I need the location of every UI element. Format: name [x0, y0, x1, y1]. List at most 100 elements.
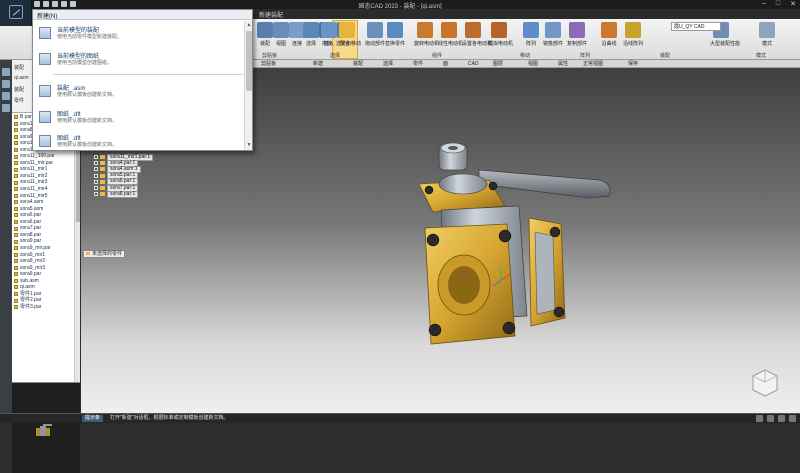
ribbon-button[interactable]: 设置各电动机: [462, 22, 492, 47]
close-button[interactable]: ✕: [790, 0, 796, 8]
pathfinder-header-row[interactable]: 装配: [14, 64, 24, 71]
ribbon-button[interactable]: 复制部件: [566, 22, 588, 47]
file-name: sora9_mir2: [20, 258, 46, 265]
layers-icon[interactable]: [2, 80, 10, 88]
ribbon-button-icon: [339, 22, 355, 38]
maximize-button[interactable]: □: [776, 0, 780, 8]
toolbar-item[interactable]: CAD: [468, 60, 479, 68]
ribbon-button-icon: [625, 22, 641, 38]
tab-new-assembly[interactable]: 新建装配: [256, 10, 286, 19]
dropdown-scrollbar[interactable]: ▲ ▼: [244, 21, 252, 150]
ribbon-button-icon: [417, 22, 433, 38]
overlay-part-label: sora8.par:1: [107, 190, 139, 198]
part-icon: [100, 155, 105, 160]
toolbar-item[interactable]: 选择: [383, 60, 393, 68]
view-cube-icon[interactable]: [750, 368, 780, 398]
ball-valve-model[interactable]: [329, 140, 629, 370]
dropdown-item-dft-template-2[interactable]: 图纸_.dft 使用默认模板创建新文档。: [37, 132, 237, 154]
unselected-part-tag[interactable]: 未选择的零件: [83, 250, 126, 258]
ribbon-button[interactable]: 沿曲线: [598, 22, 620, 47]
pan-icon[interactable]: [778, 415, 785, 422]
ribbon-button[interactable]: 镜像部件: [542, 22, 564, 47]
ribbon-button[interactable]: 线性电动机: [438, 22, 464, 47]
visibility-checkbox[interactable]: [94, 161, 98, 166]
pathfinder-header-row[interactable]: qi.asm: [14, 75, 29, 81]
visibility-checkbox[interactable]: [94, 179, 98, 184]
part-file-icon: [14, 272, 18, 277]
visibility-checkbox[interactable]: [94, 173, 98, 178]
file-name: sora9_mir1: [20, 251, 46, 258]
style-select[interactable]: 霞U_QY CAD: [671, 22, 721, 31]
ribbon-button[interactable]: 选定和移动: [336, 22, 361, 47]
minimize-button[interactable]: –: [762, 0, 766, 8]
file-name: 零件2.par: [20, 297, 42, 304]
fit-icon[interactable]: [767, 415, 774, 422]
toolbar-item[interactable]: 剪贴板: [261, 60, 276, 68]
visibility-checkbox[interactable]: [94, 155, 98, 160]
file-name: sora8.par: [20, 231, 42, 238]
file-name: sora9_mir3: [20, 264, 46, 271]
file-name: sora5.asm: [20, 205, 44, 212]
part-file-icon: [14, 115, 18, 120]
ribbon-button-label: 拖动部件: [364, 41, 385, 47]
toolbar-item[interactable]: 装配: [353, 60, 363, 68]
toolbar-item[interactable]: 新建: [313, 60, 323, 68]
pathfinder-header-row[interactable]: 零件: [14, 97, 24, 104]
toolbar-item[interactable]: 属性: [558, 60, 568, 68]
toolbar-item[interactable]: 图层: [493, 60, 503, 68]
ribbon-group-label: 选择: [330, 53, 341, 59]
visibility-checkbox[interactable]: [94, 192, 98, 197]
rotate-icon[interactable]: [789, 415, 796, 422]
part-file-icon: [14, 121, 18, 126]
dropdown-item-dft-template[interactable]: 图纸_.dft 使用默认模板创建新文档。: [37, 108, 237, 130]
file-list-scrollbar[interactable]: [74, 114, 80, 382]
scroll-up-icon[interactable]: ▲: [246, 22, 252, 28]
ribbon-button[interactable]: 替换零件: [384, 22, 406, 47]
app-menu-button[interactable]: [0, 0, 32, 26]
status-tools: [756, 415, 796, 422]
part-file-icon: [14, 278, 18, 283]
toolbar-item[interactable]: 视图: [528, 60, 538, 68]
valve-handle[interactable]: [478, 169, 611, 199]
ribbon-button-label: 旋转电动机: [414, 41, 440, 47]
dropdown-item-drawing-of-model[interactable]: 当前模型的图纸 使用当前模型创建图纸。: [37, 50, 237, 72]
toolbar-item[interactable]: 正常视图: [583, 60, 603, 68]
scroll-down-icon[interactable]: ▼: [246, 142, 252, 148]
zoom-icon[interactable]: [756, 415, 763, 422]
part-file-icon: [14, 141, 18, 146]
ribbon-button[interactable]: 模式: [756, 22, 778, 47]
ribbon-group-label: 阵列: [580, 53, 591, 59]
toolbar-item[interactable]: 零件: [413, 60, 423, 68]
ribbon-button-label: 大型装配性能: [710, 41, 741, 47]
ribbon-button[interactable]: 拖动部件: [364, 22, 386, 47]
pathfinder-icon[interactable]: [2, 68, 10, 76]
ribbon-button[interactable]: 旋转电动机: [414, 22, 440, 47]
library-icon[interactable]: [2, 92, 10, 100]
ribbon-button[interactable]: 沿线阵列: [622, 22, 644, 47]
dropdown-item-assembly-of-model[interactable]: 当前模型的装配 使用当前零件模型新建装配。: [37, 24, 237, 46]
pathfinder-header-row[interactable]: 装配: [14, 86, 24, 93]
file-name: sora6.par: [20, 212, 42, 219]
part-file-icon: [14, 265, 18, 270]
sensor-icon[interactable]: [2, 104, 10, 112]
file-list-item[interactable]: 零件3.par: [12, 304, 74, 311]
toolbar-item[interactable]: 面: [443, 60, 448, 68]
part-file-icon: [14, 200, 18, 205]
ribbon-button-label: 模式: [761, 41, 772, 47]
part-file-icon: [14, 128, 18, 133]
toolbar-item[interactable]: 保存: [628, 60, 638, 68]
dropdown-item-asm-template[interactable]: 装配_.asm 使用默认模板创建新文档。: [37, 82, 237, 104]
ribbon-button-icon: [569, 22, 585, 38]
ribbon-button[interactable]: 模拟电动机: [488, 22, 513, 47]
visibility-checkbox[interactable]: [94, 167, 98, 172]
new-file-dropdown: 新建(N) 当前模型的装配 使用当前零件模型新建装配。 当前模型的图纸 使用当前…: [32, 9, 253, 151]
ribbon-button-label: 线性电动机: [438, 41, 464, 47]
visibility-checkbox[interactable]: [94, 186, 98, 191]
scroll-thumb[interactable]: [246, 31, 252, 91]
ribbon-button[interactable]: 阵列: [520, 22, 542, 47]
part-icon: [100, 173, 105, 178]
assembly-doc-icon: [39, 27, 51, 39]
asm-template-icon: [39, 85, 51, 97]
ribbon-button-icon: [759, 22, 775, 38]
overlay-part-row[interactable]: sora8.par:1: [94, 190, 153, 198]
